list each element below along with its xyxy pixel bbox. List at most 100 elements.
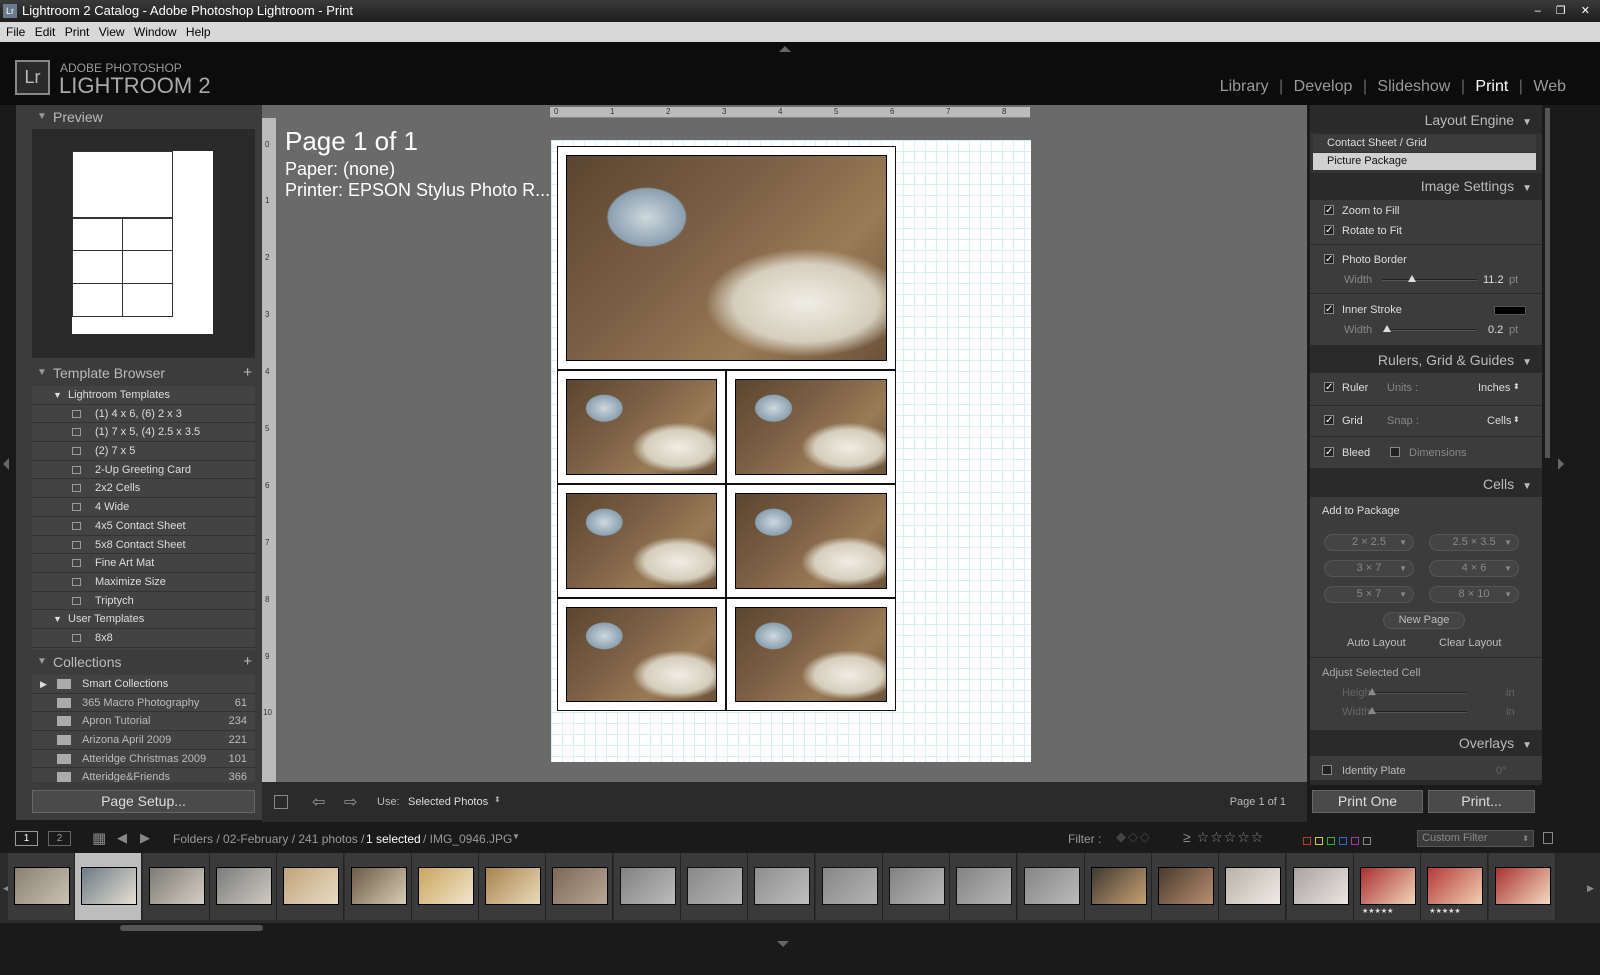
use-dropdown-icon[interactable]: ⬍ bbox=[494, 795, 501, 804]
grid-view-icon[interactable]: ▦ bbox=[92, 829, 106, 847]
rotate-to-fit-checkbox[interactable]: ✓ bbox=[1324, 225, 1334, 236]
layout-engine-header[interactable]: Layout Engine ▼ bbox=[1425, 112, 1532, 128]
filmstrip-thumb[interactable] bbox=[1219, 853, 1287, 920]
collection-item[interactable]: Atteridge&Friends 366 bbox=[32, 768, 255, 782]
filmstrip-thumb[interactable]: ★★★★★ bbox=[1354, 853, 1421, 920]
add-collection-icon[interactable]: + bbox=[243, 650, 252, 674]
filmstrip-thumb[interactable] bbox=[8, 853, 75, 920]
template-item[interactable]: 2x2 Cells bbox=[32, 479, 255, 499]
stop-icon[interactable] bbox=[274, 795, 288, 809]
ruler-checkbox[interactable]: ✓ bbox=[1324, 382, 1334, 393]
page-setup-button[interactable]: Page Setup... bbox=[32, 790, 255, 813]
collapse-triangle-icon[interactable]: ▼ bbox=[37, 361, 47, 385]
module-develop[interactable]: Develop bbox=[1294, 78, 1353, 95]
folder-user-templates[interactable]: ▼ User Templates bbox=[32, 610, 255, 629]
file-dropdown-icon[interactable]: ▼ bbox=[512, 832, 520, 841]
overlays-header[interactable]: Overlays ▼ bbox=[1459, 735, 1532, 751]
photo-border-checkbox[interactable]: ✓ bbox=[1324, 254, 1334, 265]
filmstrip-thumb[interactable] bbox=[1017, 853, 1085, 920]
border-width-slider[interactable] bbox=[1382, 279, 1477, 281]
filmstrip-thumb[interactable] bbox=[209, 853, 277, 920]
bleed-checkbox[interactable]: ✓ bbox=[1324, 447, 1334, 458]
rulers-grid-header[interactable]: Rulers, Grid & Guides ▼ bbox=[1378, 352, 1532, 368]
filmstrip-thumb[interactable] bbox=[1488, 853, 1556, 920]
collection-item[interactable]: ▶ Smart Collections bbox=[32, 675, 255, 694]
custom-filter-select[interactable]: Custom Filter ⬍ bbox=[1417, 830, 1534, 847]
template-item[interactable]: Fine Art Mat bbox=[32, 554, 255, 573]
template-item[interactable]: 2-Up Greeting Card bbox=[32, 461, 255, 480]
filmstrip-thumb[interactable] bbox=[1152, 853, 1220, 920]
module-web[interactable]: Web bbox=[1533, 78, 1566, 95]
menu-help[interactable]: Help bbox=[186, 22, 211, 42]
collections-header[interactable]: ▼ Collections + bbox=[16, 650, 262, 674]
preview-header[interactable]: ▼ Preview bbox=[16, 105, 262, 129]
filter-lock-icon[interactable] bbox=[1543, 832, 1553, 844]
next-page-icon[interactable]: ⇨ bbox=[344, 792, 357, 812]
template-item[interactable]: (1) 4 x 6, (6) 2 x 3 bbox=[32, 405, 255, 424]
filmstrip-thumb[interactable] bbox=[613, 853, 681, 920]
folder-lightroom-templates[interactable]: ▼ Lightroom Templates bbox=[32, 386, 255, 405]
collapse-left-icon[interactable] bbox=[3, 458, 9, 470]
source-path[interactable]: Folders / 02-February / 241 photos / bbox=[173, 832, 364, 846]
filmstrip-thumb[interactable] bbox=[1084, 853, 1152, 920]
filmstrip-thumb[interactable] bbox=[1286, 853, 1354, 920]
cell-width-slider[interactable] bbox=[1372, 711, 1467, 713]
cell-height-knob[interactable] bbox=[1368, 688, 1376, 695]
stroke-width-knob[interactable] bbox=[1383, 325, 1391, 332]
use-select[interactable]: Selected Photos bbox=[408, 796, 488, 808]
flag-filter-icons[interactable]: ◆◇◇ bbox=[1116, 829, 1152, 845]
filmstrip-thumb-selected[interactable] bbox=[75, 853, 143, 920]
filmstrip-thumb[interactable]: ★★★★★ bbox=[1421, 853, 1489, 920]
grid-checkbox[interactable]: ✓ bbox=[1324, 415, 1334, 426]
filmstrip-thumb[interactable] bbox=[277, 853, 345, 920]
filmstrip-thumb[interactable] bbox=[546, 853, 614, 920]
filmstrip-thumb[interactable] bbox=[344, 853, 412, 920]
color-label-filter[interactable] bbox=[1303, 834, 1393, 845]
selected-file[interactable]: / IMG_0946.JPG bbox=[423, 832, 512, 846]
template-item[interactable]: 8x8 bbox=[32, 629, 255, 648]
window-controls[interactable]: – ❐ ✕ bbox=[1535, 0, 1596, 22]
collapse-triangle-icon[interactable]: ▼ bbox=[37, 650, 47, 674]
filmstrip-thumb[interactable] bbox=[681, 853, 748, 920]
print-button[interactable]: Print... bbox=[1428, 790, 1535, 813]
collapse-bottom-icon[interactable] bbox=[777, 941, 789, 947]
filmstrip-thumb[interactable] bbox=[815, 853, 883, 920]
template-item[interactable]: (2) 7 x 5 bbox=[32, 442, 255, 461]
inner-stroke-checkbox[interactable]: ✓ bbox=[1324, 304, 1334, 315]
template-item[interactable]: 5x8 Contact Sheet bbox=[32, 536, 255, 555]
photo-cell[interactable] bbox=[557, 370, 726, 484]
units-select[interactable]: Inches bbox=[1478, 382, 1510, 394]
photo-cell-large[interactable] bbox=[557, 146, 896, 370]
forward-arrow-icon[interactable]: ▶ bbox=[140, 830, 150, 846]
stroke-width-slider[interactable] bbox=[1382, 329, 1477, 331]
module-print[interactable]: Print bbox=[1475, 78, 1508, 95]
dimensions-checkbox[interactable] bbox=[1390, 447, 1400, 457]
snap-select[interactable]: Cells bbox=[1487, 415, 1511, 427]
size-8x10-button[interactable]: 8 × 10 ▼ bbox=[1429, 586, 1519, 603]
collapse-top-icon[interactable] bbox=[779, 46, 791, 52]
menu-edit[interactable]: Edit bbox=[35, 22, 56, 42]
filmstrip-thumb[interactable] bbox=[882, 853, 950, 920]
collection-item[interactable]: Apron Tutorial 234 bbox=[32, 712, 255, 732]
print-one-button[interactable]: Print One bbox=[1312, 790, 1423, 813]
collection-item[interactable]: 365 Macro Photography 61 bbox=[32, 694, 255, 713]
template-item[interactable]: 4x5 Contact Sheet bbox=[32, 517, 255, 536]
template-item[interactable]: 4 Wide bbox=[32, 498, 255, 517]
module-library[interactable]: Library bbox=[1220, 78, 1269, 95]
module-slideshow[interactable]: Slideshow bbox=[1377, 78, 1450, 95]
border-width-knob[interactable] bbox=[1408, 275, 1416, 282]
photo-cell[interactable] bbox=[557, 484, 726, 598]
right-scrollbar[interactable] bbox=[1545, 108, 1550, 458]
size-4x6-button[interactable]: 4 × 6 ▼ bbox=[1429, 560, 1519, 577]
collection-item[interactable]: Atteridge Christmas 2009 101 bbox=[32, 750, 255, 769]
template-item[interactable]: (1) 7 x 5, (4) 2.5 x 3.5 bbox=[32, 423, 255, 443]
scroll-right-icon[interactable]: ▶ bbox=[1587, 883, 1594, 894]
stroke-width-value[interactable]: 0.2 bbox=[1488, 324, 1503, 336]
engine-picture-package[interactable]: Picture Package bbox=[1313, 153, 1536, 170]
template-item[interactable]: Triptych bbox=[32, 592, 255, 611]
filmstrip-thumb[interactable] bbox=[748, 853, 816, 920]
photo-cell[interactable] bbox=[726, 598, 896, 711]
zoom-to-fill-checkbox[interactable]: ✓ bbox=[1324, 205, 1334, 216]
border-width-value[interactable]: 11.2 bbox=[1483, 274, 1504, 286]
filmstrip-thumb[interactable] bbox=[950, 853, 1018, 920]
